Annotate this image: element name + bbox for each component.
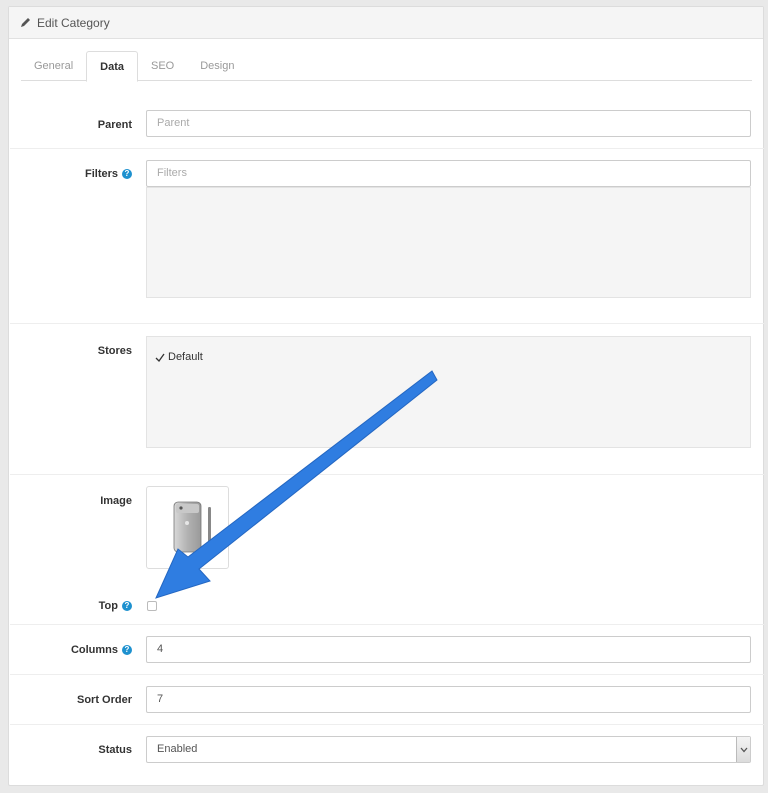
- tab-data[interactable]: Data: [86, 51, 138, 82]
- sort-order-input[interactable]: 7: [146, 686, 751, 713]
- divider: [10, 624, 764, 625]
- chevron-down-icon[interactable]: [736, 737, 750, 762]
- columns-label: Columns ?: [9, 644, 132, 656]
- check-icon: [155, 353, 165, 362]
- info-icon[interactable]: ?: [122, 601, 132, 611]
- store-item-default[interactable]: Default: [155, 351, 203, 363]
- divider: [10, 148, 764, 149]
- top-checkbox[interactable]: [147, 601, 157, 611]
- status-label: Status: [9, 744, 132, 756]
- status-label-text: Status: [98, 744, 132, 756]
- parent-label-text: Parent: [97, 119, 132, 131]
- divider: [10, 323, 764, 324]
- category-image-thumbnail[interactable]: [146, 486, 229, 569]
- filters-input[interactable]: Filters: [146, 160, 751, 187]
- divider: [10, 474, 764, 475]
- pencil-icon: [21, 18, 30, 27]
- columns-input[interactable]: 4: [146, 636, 751, 663]
- filters-label: Filters ?: [9, 168, 132, 180]
- stores-label: Stores: [9, 345, 132, 357]
- parent-label: Parent: [9, 119, 132, 131]
- stores-label-text: Stores: [97, 345, 132, 357]
- info-icon[interactable]: ?: [122, 645, 132, 655]
- parent-input[interactable]: Parent: [146, 110, 751, 137]
- divider: [10, 724, 764, 725]
- columns-label-text: Columns: [70, 644, 118, 656]
- status-select[interactable]: Enabled: [146, 736, 751, 763]
- divider: [10, 674, 764, 675]
- image-label: Image: [9, 495, 132, 507]
- image-label-text: Image: [100, 495, 132, 507]
- filters-label-text: Filters: [84, 168, 118, 180]
- panel-title: Edit Category: [37, 15, 110, 30]
- panel-heading: Edit Category: [9, 7, 763, 39]
- stores-list: Default: [146, 336, 751, 448]
- top-label-text: Top: [98, 600, 118, 612]
- info-icon[interactable]: ?: [122, 169, 132, 179]
- tab-general[interactable]: General: [21, 51, 86, 81]
- tab-bar: General Data SEO Design: [21, 51, 752, 82]
- store-item-label: Default: [168, 351, 203, 363]
- tab-seo[interactable]: SEO: [138, 51, 187, 81]
- status-select-value: Enabled: [157, 743, 198, 755]
- top-label: Top ?: [9, 600, 132, 612]
- edit-category-panel: Edit Category General Data SEO Design Pa…: [8, 6, 764, 786]
- product-image: [173, 501, 211, 553]
- tab-design[interactable]: Design: [187, 51, 247, 81]
- filters-list: [146, 187, 751, 298]
- sort-order-label-text: Sort Order: [76, 694, 132, 706]
- sort-order-label: Sort Order: [9, 694, 132, 706]
